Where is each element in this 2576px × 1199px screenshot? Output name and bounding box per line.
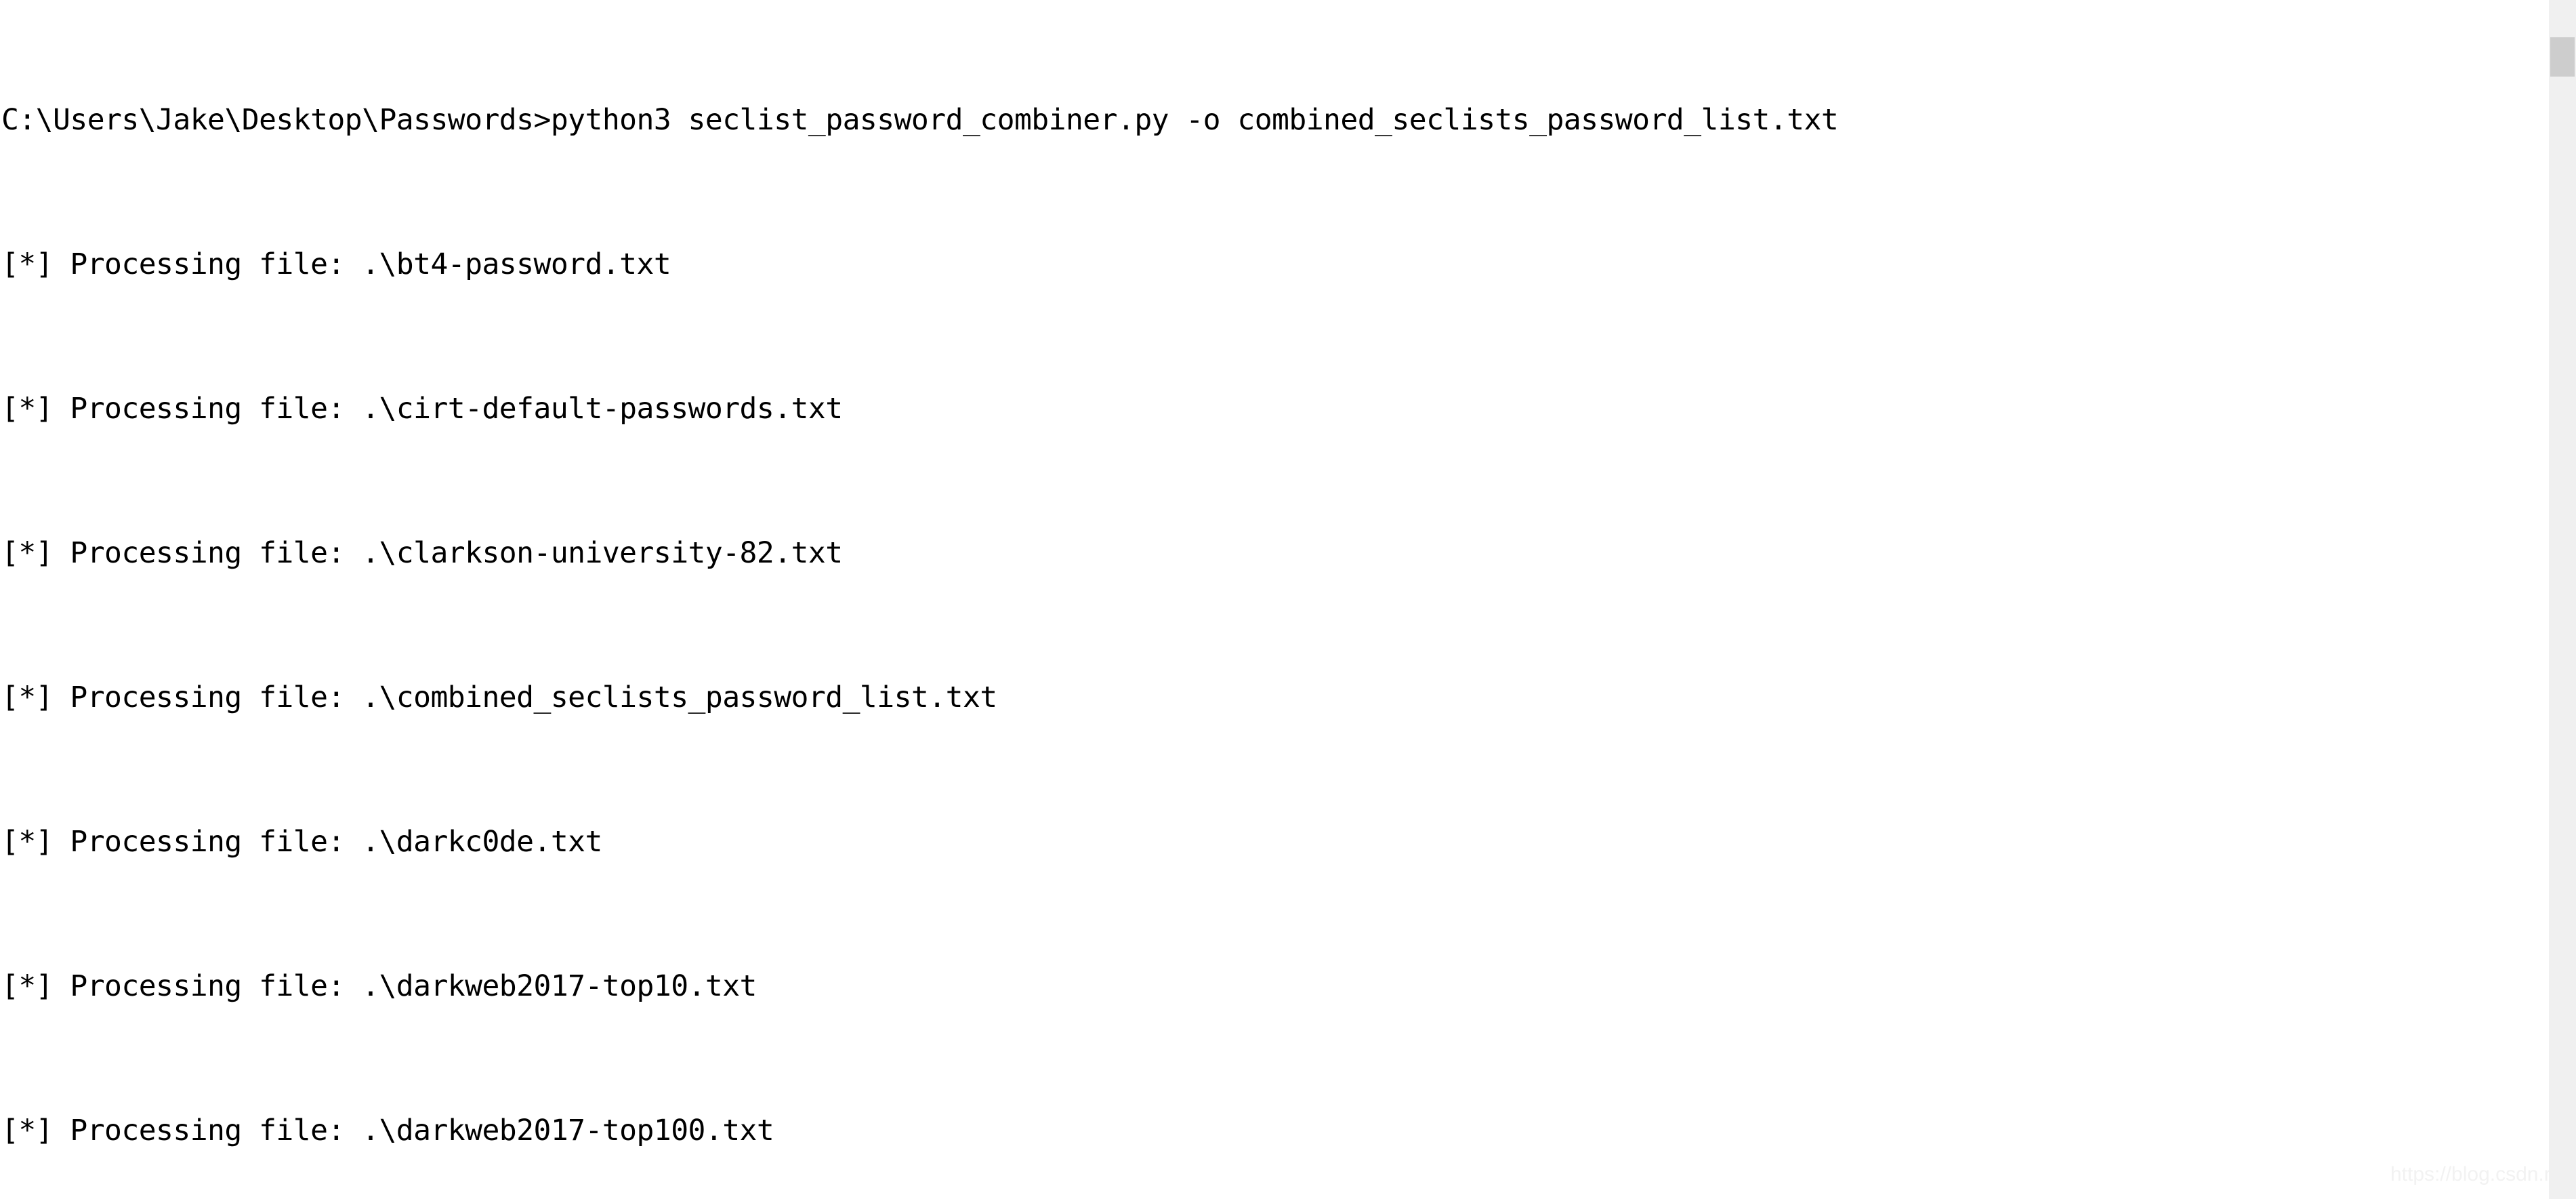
console-line: [*] Processing file: .\cirt-default-pass…: [1, 392, 843, 426]
console-line: [*] Processing file: .\darkweb2017-top10…: [1, 969, 757, 1003]
console-line: [*] Processing file: .\darkweb2017-top10…: [1, 1114, 774, 1147]
scrollbar-thumb[interactable]: [2550, 37, 2575, 77]
console-output: C:\Users\Jake\Desktop\Passwords>python3 …: [1, 0, 2549, 1199]
vertical-scrollbar[interactable]: [2549, 0, 2576, 1199]
terminal-window[interactable]: C:\Users\Jake\Desktop\Passwords>python3 …: [0, 0, 2576, 1199]
site-watermark: https://blog.csdn.net/lixiangminghate: [2390, 1163, 2576, 1185]
console-line: [*] Processing file: .\bt4-password.txt: [1, 247, 671, 281]
command-prompt-line: C:\Users\Jake\Desktop\Passwords>python3 …: [1, 103, 1839, 137]
console-line: [*] Processing file: .\combined_seclists…: [1, 680, 997, 714]
console-line: [*] Processing file: .\clarkson-universi…: [1, 536, 843, 570]
console-line: [*] Processing file: .\darkc0de.txt: [1, 825, 602, 859]
